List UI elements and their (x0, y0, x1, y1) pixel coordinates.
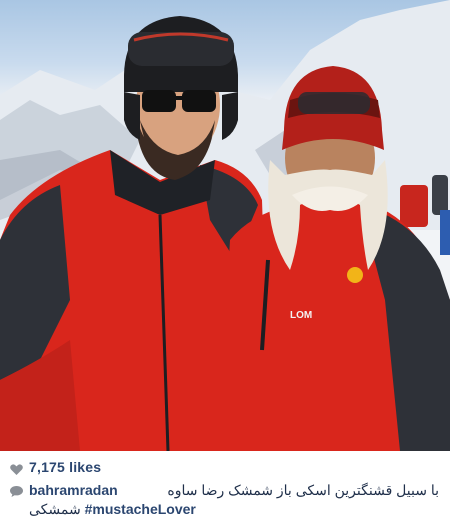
post-photo[interactable]: LOM (0, 0, 450, 451)
instagram-post: LOM 7,175 likes bahramradan با سبیل قشنگ… (0, 0, 450, 524)
svg-text:LOM: LOM (290, 310, 312, 321)
caption: bahramradan با سبیل قشنگترین اسکی باز شم… (29, 481, 439, 519)
caption-row: bahramradan با سبیل قشنگترین اسکی باز شم… (10, 481, 440, 519)
hashtag-link[interactable]: #mustacheLover (85, 501, 196, 517)
comment-icon (10, 484, 23, 497)
username-link[interactable]: bahramradan (29, 481, 118, 500)
heart-icon[interactable] (10, 462, 23, 475)
likes-row[interactable]: 7,175 likes (10, 459, 101, 475)
likes-count[interactable]: 7,175 likes (29, 459, 101, 475)
post-meta: 7,175 likes bahramradan با سبیل قشنگترین… (0, 451, 450, 524)
photo-scene: LOM (0, 0, 450, 451)
caption-text-continued: شمشکی (29, 501, 81, 517)
caption-text: با سبیل قشنگترین اسکی باز شمشک رضا ساوه (167, 482, 439, 498)
